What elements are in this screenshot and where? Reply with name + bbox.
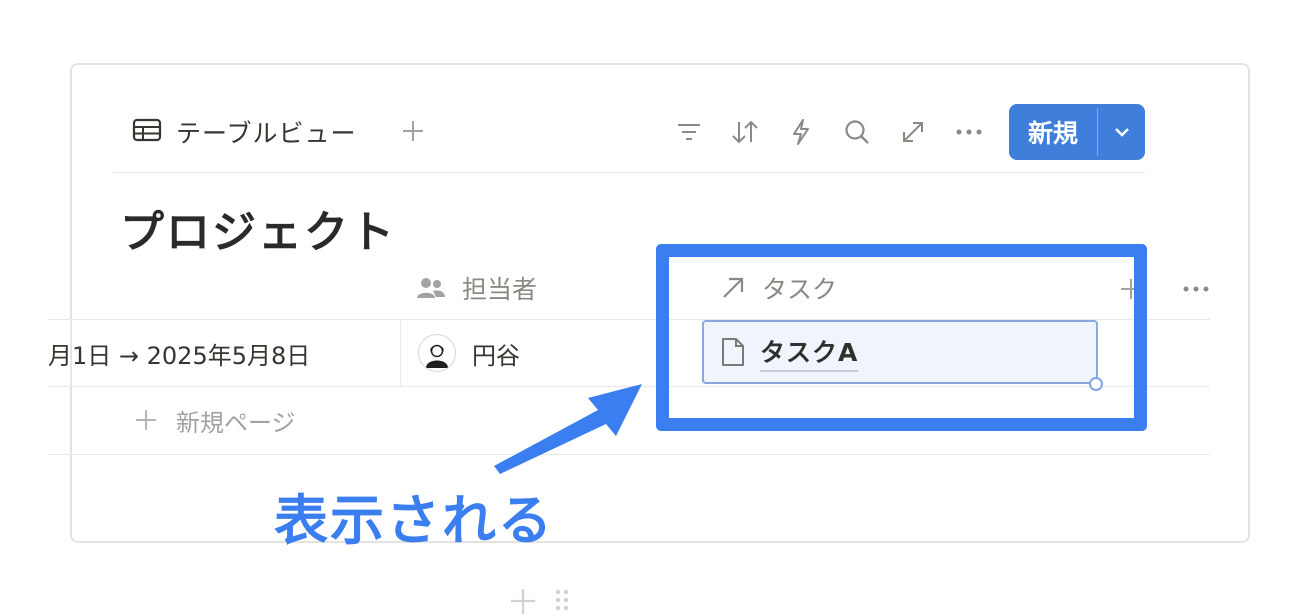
column-divider [400, 319, 401, 387]
column-more-button[interactable] [1180, 274, 1212, 304]
filter-icon [678, 124, 700, 140]
annotation-highlight-box [656, 244, 1147, 431]
more-icon [1183, 286, 1209, 292]
plus-icon [403, 121, 423, 141]
annotation-arrow-icon [494, 384, 642, 474]
block-controls [508, 585, 572, 616]
new-button-dropdown[interactable] [1098, 104, 1145, 160]
lightning-icon [793, 119, 809, 145]
person-avatar-icon [426, 344, 448, 368]
column-header-label: 担当者 [462, 275, 538, 304]
plus-icon[interactable] [508, 586, 538, 616]
filter-button[interactable] [674, 117, 704, 147]
new-page-label: 新規ページ [176, 408, 296, 437]
sort-icon [732, 120, 758, 144]
toolbar-divider [113, 172, 1145, 173]
new-page-button[interactable]: 新規ページ [134, 400, 296, 440]
add-view-button[interactable] [400, 118, 426, 144]
more-icon [956, 129, 982, 135]
drag-handle-icon[interactable] [552, 586, 572, 616]
assignee-cell[interactable]: 円谷 [418, 334, 520, 372]
chevron-down-icon [1114, 128, 1129, 137]
column-header-assignee[interactable]: 担当者 [416, 268, 537, 308]
plus-icon [136, 410, 156, 430]
annotation-label: 表示される [274, 489, 554, 552]
avatar [418, 334, 456, 372]
search-button[interactable] [842, 117, 872, 147]
people-icon [417, 278, 445, 298]
database-title[interactable]: プロジェクト [120, 196, 396, 260]
view-tab-label: テーブルビュー [176, 119, 357, 148]
search-icon [845, 120, 869, 144]
table-icon [132, 118, 162, 146]
assignee-name: 円谷 [472, 341, 520, 370]
sort-button[interactable] [730, 117, 760, 147]
automation-button[interactable] [786, 117, 816, 147]
new-button-group: 新規 [1009, 104, 1145, 160]
more-options-button[interactable] [954, 117, 984, 147]
date-cell[interactable]: 月1日 → 2025年5月8日 [48, 334, 310, 372]
new-button[interactable]: 新規 [1009, 104, 1097, 160]
expand-icon [903, 122, 923, 142]
expand-button[interactable] [898, 117, 928, 147]
view-tab-table[interactable]: テーブルビュー [132, 114, 357, 150]
